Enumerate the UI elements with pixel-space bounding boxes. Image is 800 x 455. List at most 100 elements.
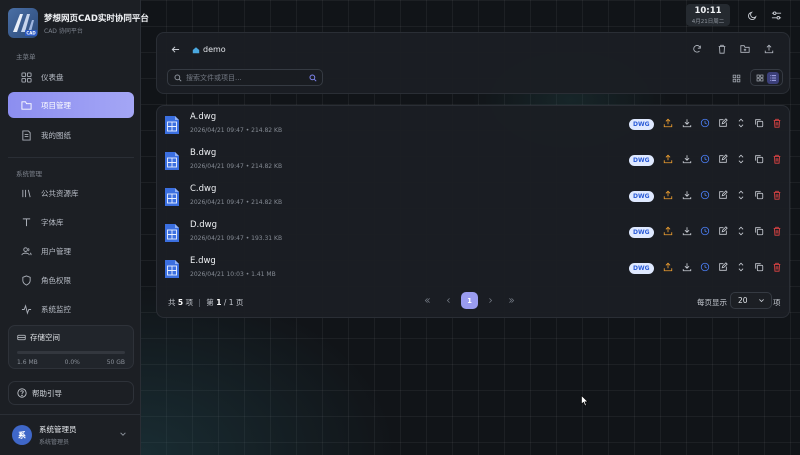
grid-icon[interactable] (754, 72, 766, 84)
moon-icon[interactable] (746, 9, 758, 21)
sidebar-item-users[interactable]: 用户管理 (8, 238, 134, 264)
help-guide-button[interactable]: 帮助引导 (8, 381, 134, 405)
share-upload-icon[interactable] (662, 153, 674, 165)
sidebar-item-projects[interactable]: 项目管理 (8, 92, 134, 118)
users-icon (20, 245, 32, 257)
delete-icon[interactable] (771, 117, 783, 129)
file-type-badge: DWG (629, 191, 654, 202)
user-role: 系统管理员 (39, 439, 70, 446)
prev-page-icon[interactable] (440, 292, 457, 309)
history-icon[interactable] (699, 189, 711, 201)
edit-icon[interactable] (717, 153, 729, 165)
breadcrumb: demo (171, 45, 226, 54)
hard-drive-icon (17, 333, 26, 342)
delete-icon[interactable] (771, 153, 783, 165)
dwg-file-icon (164, 223, 180, 245)
file-type-badge: DWG (629, 119, 654, 130)
move-icon[interactable] (735, 261, 747, 273)
breadcrumb-folder[interactable]: demo (203, 45, 226, 54)
last-page-icon[interactable] (503, 292, 520, 309)
sidebar-item-roles[interactable]: 角色权限 (8, 267, 134, 293)
move-icon[interactable] (735, 117, 747, 129)
move-icon[interactable] (735, 153, 747, 165)
page-slash: / (223, 298, 227, 307)
copy-icon[interactable] (753, 225, 765, 237)
help-icon (17, 388, 27, 398)
move-icon[interactable] (735, 225, 747, 237)
search-submit-icon[interactable] (309, 74, 317, 82)
share-upload-icon[interactable] (662, 261, 674, 273)
page-total: 1 (228, 298, 234, 307)
delete-icon[interactable] (771, 189, 783, 201)
refresh-icon[interactable] (690, 42, 704, 56)
history-icon[interactable] (699, 117, 711, 129)
file-row[interactable]: B.dwg 2026/04/21 09:47 • 214.82 KB DWG (157, 143, 791, 179)
settings-sliders-icon[interactable] (770, 9, 782, 21)
next-page-icon[interactable] (482, 292, 499, 309)
delete-icon[interactable] (771, 261, 783, 273)
trash-icon[interactable] (715, 42, 729, 56)
total-count: 5 (177, 298, 184, 307)
page-button[interactable]: 1 (461, 292, 478, 309)
sidebar-item-dashboard[interactable]: 仪表盘 (8, 64, 134, 90)
file-type-badge: DWG (629, 227, 654, 238)
copy-icon[interactable] (753, 153, 765, 165)
download-icon[interactable] (681, 261, 693, 273)
history-icon[interactable] (699, 153, 711, 165)
search-icon (174, 74, 182, 82)
copy-icon[interactable] (753, 189, 765, 201)
history-icon[interactable] (699, 225, 711, 237)
total-prefix: 共 (168, 298, 176, 307)
delete-icon[interactable] (771, 225, 783, 237)
activity-icon (20, 303, 32, 315)
upload-icon[interactable] (762, 42, 776, 56)
per-page-select[interactable]: 20 (730, 292, 772, 309)
new-folder-icon[interactable] (738, 42, 752, 56)
file-name[interactable]: A.dwg (190, 112, 216, 122)
file-row[interactable]: D.dwg 2026/04/21 09:47 • 193.31 KB DWG (157, 215, 791, 251)
back-arrow-icon[interactable] (171, 45, 180, 54)
sidebar-item-fonts[interactable]: 字体库 (8, 209, 134, 235)
copy-icon[interactable] (753, 261, 765, 273)
storage-percent: 0.0% (64, 359, 80, 366)
file-list-panel: A.dwg 2026/04/21 09:47 • 214.82 KB DWG B… (156, 105, 790, 318)
sidebar-item-label: 系统监控 (41, 304, 71, 314)
download-icon[interactable] (681, 117, 693, 129)
file-row[interactable]: A.dwg 2026/04/21 09:47 • 214.82 KB DWG (157, 107, 791, 143)
per-page-value: 20 (738, 296, 748, 305)
edit-icon[interactable] (717, 117, 729, 129)
share-upload-icon[interactable] (662, 189, 674, 201)
home-folder-icon (192, 46, 200, 54)
file-name[interactable]: E.dwg (190, 256, 216, 266)
edit-icon[interactable] (717, 189, 729, 201)
download-icon[interactable] (681, 189, 693, 201)
download-icon[interactable] (681, 225, 693, 237)
share-upload-icon[interactable] (662, 225, 674, 237)
history-icon[interactable] (699, 261, 711, 273)
file-name[interactable]: B.dwg (190, 148, 216, 158)
edit-icon[interactable] (717, 225, 729, 237)
file-name[interactable]: D.dwg (190, 220, 217, 230)
search-box[interactable] (167, 69, 323, 86)
search-input[interactable] (186, 73, 306, 82)
file-row[interactable]: E.dwg 2026/04/21 10:03 • 1.41 MB DWG (157, 251, 791, 287)
divider (8, 157, 134, 158)
chevron-down-icon (119, 430, 127, 440)
storage-total: 50 GB (106, 359, 125, 366)
file-name[interactable]: C.dwg (190, 184, 216, 194)
move-icon[interactable] (735, 189, 747, 201)
brand[interactable]: CAD 梦想网页CAD实时协同平台 CAD 协同平台 (8, 8, 149, 38)
sidebar-item-my-drawings[interactable]: 我的图纸 (8, 122, 134, 148)
sidebar-item-monitor[interactable]: 系统监控 (8, 296, 134, 322)
sidebar-item-public-library[interactable]: 公共资源库 (8, 180, 134, 206)
list-icon[interactable] (767, 71, 780, 84)
download-icon[interactable] (681, 153, 693, 165)
share-upload-icon[interactable] (662, 117, 674, 129)
user-menu[interactable]: 系 系统管理员 系统管理员 (0, 414, 140, 455)
chevron-down-icon (758, 297, 765, 306)
edit-icon[interactable] (717, 261, 729, 273)
copy-icon[interactable] (753, 117, 765, 129)
grid-large-icon[interactable] (729, 71, 743, 85)
first-page-icon[interactable] (419, 292, 436, 309)
file-row[interactable]: C.dwg 2026/04/21 09:47 • 214.82 KB DWG (157, 179, 791, 215)
